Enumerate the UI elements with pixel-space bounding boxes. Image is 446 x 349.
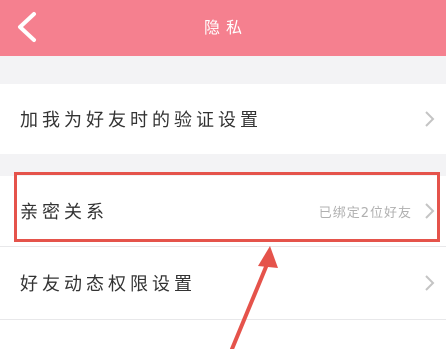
- chevron-right-icon: [425, 275, 435, 291]
- top-bar: 隐私: [0, 0, 446, 56]
- chevron-right-icon: [425, 203, 435, 219]
- friend-verification-row[interactable]: 加我为好友时的验证设置: [0, 84, 446, 154]
- next-setting-row[interactable]: [0, 320, 446, 349]
- intimate-relation-label: 亲密关系: [20, 202, 108, 223]
- intimate-relation-row[interactable]: 亲密关系 已绑定2位好友: [0, 176, 446, 246]
- privacy-settings-page: 隐私 加我为好友时的验证设置 亲密关系 已绑定2位好友 好友动态权限设置: [0, 0, 446, 349]
- friend-verification-label: 加我为好友时的验证设置: [20, 110, 262, 131]
- friend-feed-permission-label: 好友动态权限设置: [20, 274, 196, 295]
- friend-feed-permission-row[interactable]: 好友动态权限设置: [0, 247, 446, 319]
- chevron-right-icon: [425, 111, 435, 127]
- page-title: 隐私: [203, 18, 248, 37]
- intimate-relation-value: 已绑定2位好友: [318, 205, 412, 221]
